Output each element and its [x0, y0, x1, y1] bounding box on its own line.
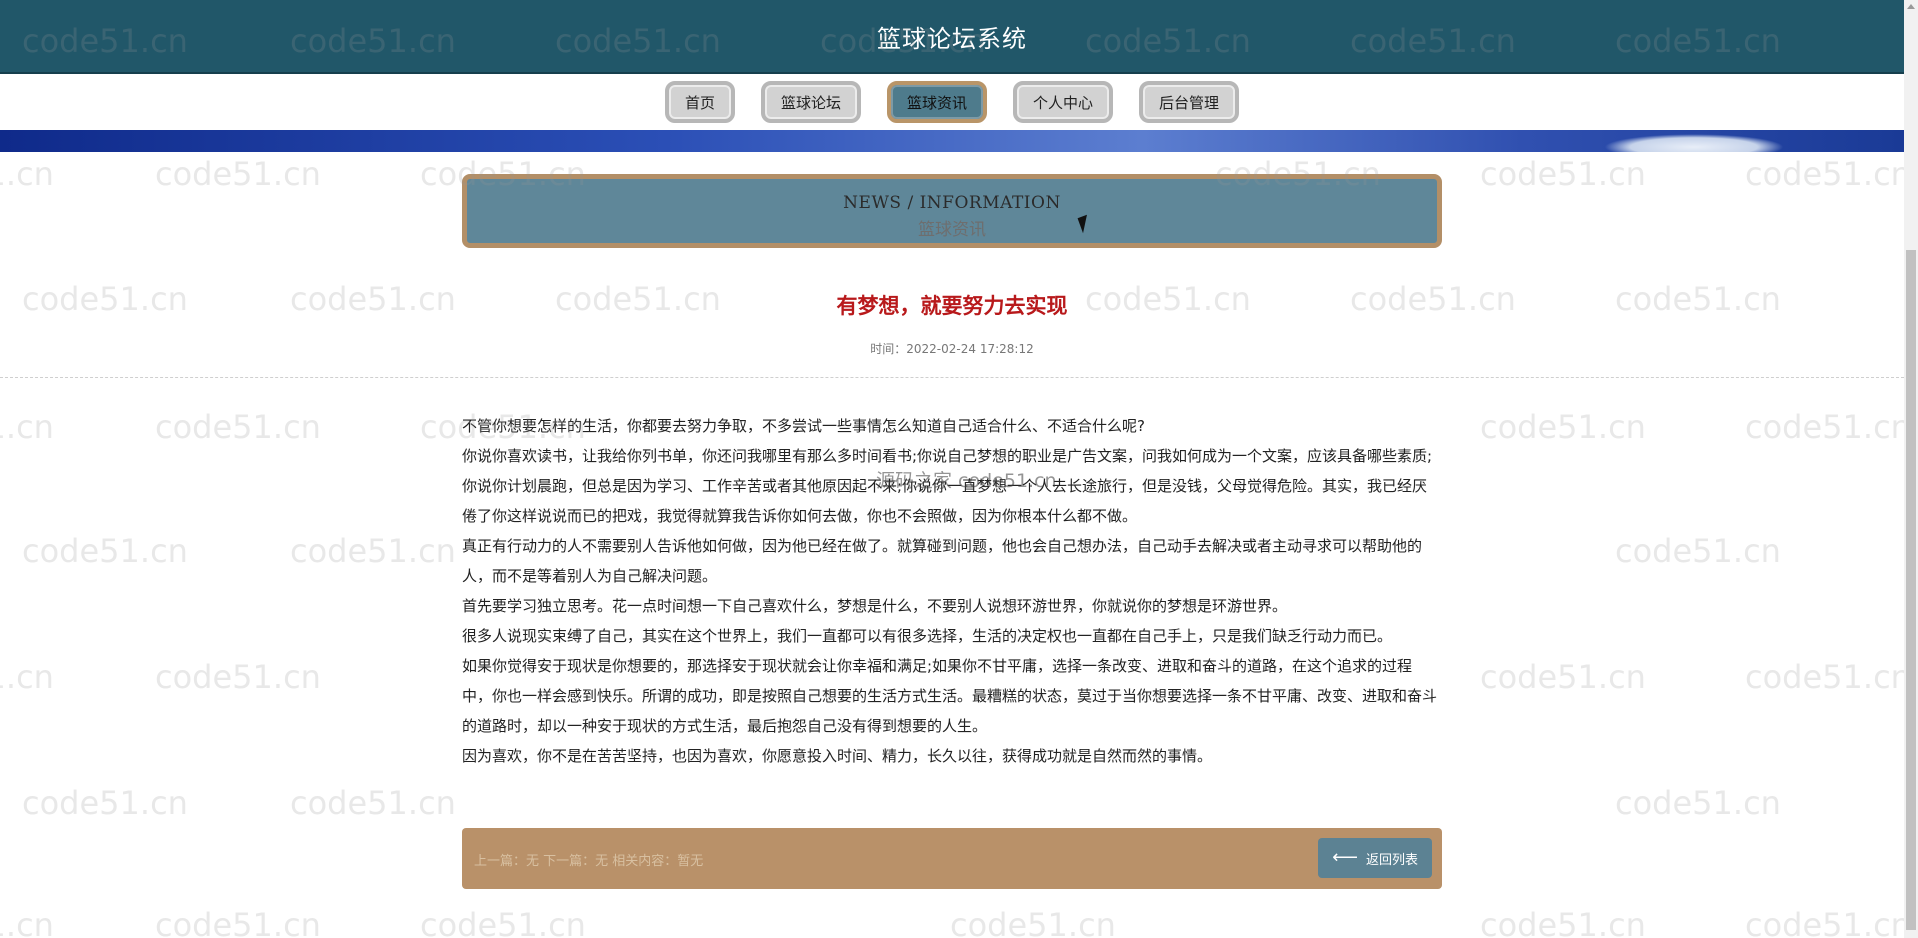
- watermark: code51.cn: [290, 784, 456, 822]
- nav-forum[interactable]: 篮球论坛: [760, 81, 861, 123]
- nav-admin[interactable]: 后台管理: [1139, 81, 1240, 123]
- article-paragraph: 不管你想要怎样的生活，你都要去努力争取，不多尝试一些事情怎么知道自己适合什么、不…: [462, 417, 1145, 435]
- watermark: code51.cn: [155, 658, 321, 696]
- back-to-list-button[interactable]: ⟵ 返回列表: [1318, 838, 1432, 878]
- watermark: code51.cn: [1745, 155, 1904, 193]
- watermark: code51.cn: [22, 784, 188, 822]
- section-title-en: NEWS / INFORMATION: [843, 193, 1061, 213]
- watermark: code51.cn: [0, 906, 54, 938]
- article-paragraph: 首先要学习独立思考。花一点时间想一下自己喜欢什么，梦想是什么，不要别人说想环游世…: [462, 597, 1288, 615]
- article-title: 有梦想，就要努力去实现: [836, 294, 1068, 318]
- watermark: code51.cn: [1745, 658, 1904, 696]
- watermark: code51.cn: [420, 906, 586, 938]
- article-paragraph: 因为喜欢，你不是在苦苦坚持，也因为喜欢，你愿意投入时间、精力，长久以往，获得成功…: [462, 747, 1213, 765]
- nav-home[interactable]: 首页: [664, 81, 735, 123]
- watermark: code51.cn: [1480, 906, 1646, 938]
- nav-profile[interactable]: 个人中心: [1013, 81, 1114, 123]
- section-header: NEWS / INFORMATION 篮球资讯: [462, 174, 1442, 248]
- watermark: code51.cn: [1480, 658, 1646, 696]
- watermark: code51.cn: [1480, 155, 1646, 193]
- arrow-left-icon: ⟵: [1332, 847, 1358, 868]
- watermark: code51.cn: [155, 906, 321, 938]
- watermark: code51.cn: [1480, 408, 1646, 446]
- watermark: code51.cn: [1615, 532, 1781, 570]
- watermark: code51.cn: [0, 155, 54, 193]
- nav-news[interactable]: 篮球资讯: [886, 81, 987, 123]
- prev-next-links[interactable]: 上一篇：无 下一篇：无 相关内容：暂无: [474, 850, 703, 869]
- article-content: 不管你想要怎样的生活，你都要去努力争取，不多尝试一些事情怎么知道自己适合什么、不…: [462, 411, 1442, 771]
- watermark: code51.cn: [1745, 408, 1904, 446]
- article-time: 时间：2022-02-24 17:28:12: [870, 342, 1034, 356]
- article-paragraph: 真正有行动力的人不需要别人告诉他如何做，因为他已经在做了。就算碰到问题，他也会自…: [462, 537, 1423, 585]
- divider: [0, 377, 1904, 378]
- watermark: code51.cn: [950, 906, 1116, 938]
- main-nav: 首页 篮球论坛 篮球资讯 个人中心 后台管理: [0, 74, 1904, 130]
- site-title: 篮球论坛系统: [877, 24, 1027, 53]
- banner-image: [0, 130, 1904, 152]
- section-title-cn: 篮球资讯: [918, 220, 986, 240]
- watermark: code51.cn: [155, 408, 321, 446]
- article-paragraph: 你说你喜欢读书，让我给你列书单，你还问我哪里有那么多时间看书;你说自己梦想的职业…: [462, 447, 1433, 525]
- scrollbar[interactable]: [1904, 0, 1918, 938]
- scrollbar-thumb[interactable]: [1906, 250, 1916, 930]
- watermark: code51.cn: [0, 408, 54, 446]
- watermark: code51.cn: [155, 155, 321, 193]
- banner-cloud: [1604, 134, 1784, 152]
- watermark: code51.cn: [22, 532, 188, 570]
- watermark: code51.cn: [290, 532, 456, 570]
- top-header: 篮球论坛系统: [0, 0, 1904, 74]
- watermark: code51.cn: [1745, 906, 1904, 938]
- watermark: code51.cn: [1615, 784, 1781, 822]
- article-paragraph: 如果你觉得安于现状是你想要的，那选择安于现状就会让你幸福和满足;如果你不甘平庸，…: [462, 657, 1438, 735]
- watermark: code51.cn: [0, 658, 54, 696]
- article-footer: 上一篇：无 下一篇：无 相关内容：暂无 ⟵ 返回列表: [462, 828, 1442, 889]
- scroll-up-icon[interactable]: [1907, 4, 1915, 9]
- back-button-label: 返回列表: [1365, 852, 1418, 868]
- article-paragraph: 很多人说现实束缚了自己，其实在这个世界上，我们一直都可以有很多选择，生活的决定权…: [462, 627, 1393, 645]
